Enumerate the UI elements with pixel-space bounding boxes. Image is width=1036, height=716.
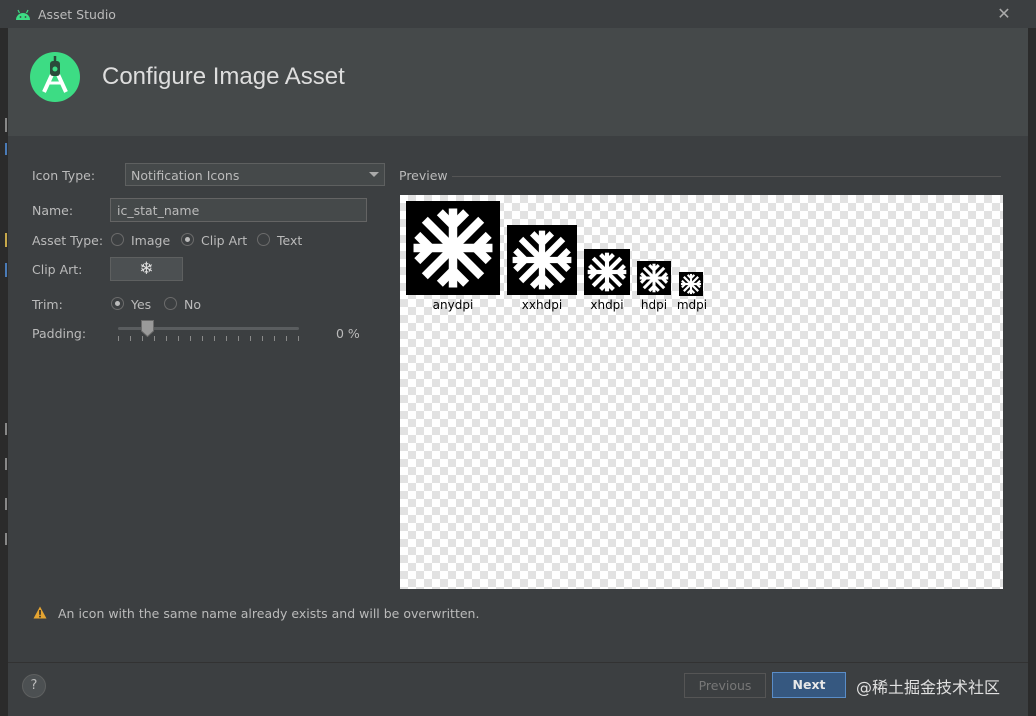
warning-icon bbox=[33, 606, 47, 619]
slider-tick bbox=[154, 336, 155, 341]
trim-label: Trim: bbox=[32, 297, 63, 312]
slider-tick bbox=[298, 336, 299, 341]
slider-tick bbox=[130, 336, 131, 341]
padding-label: Padding: bbox=[32, 326, 87, 341]
asset-type-image-radio[interactable] bbox=[111, 233, 124, 246]
previous-button[interactable]: Previous bbox=[684, 673, 766, 698]
asset-type-clipart-label[interactable]: Clip Art bbox=[201, 233, 247, 248]
ide-background-left bbox=[0, 28, 8, 716]
preview-label: Preview bbox=[399, 168, 448, 183]
slider-tick bbox=[286, 336, 287, 341]
slider-tick bbox=[178, 336, 179, 341]
trim-no-label[interactable]: No bbox=[184, 297, 201, 312]
name-label: Name: bbox=[32, 203, 74, 218]
slider-tick bbox=[250, 336, 251, 341]
padding-slider-thumb[interactable] bbox=[141, 320, 154, 337]
help-button[interactable]: ? bbox=[22, 674, 46, 698]
icon-type-value: Notification Icons bbox=[131, 168, 240, 183]
preview-icon-hdpi bbox=[637, 261, 671, 295]
chevron-down-icon bbox=[369, 172, 379, 177]
preview-icon-anydpi bbox=[406, 201, 500, 295]
padding-value: 0 % bbox=[336, 326, 360, 341]
slider-tick bbox=[166, 336, 167, 341]
warning-message: An icon with the same name already exist… bbox=[58, 606, 480, 621]
dialog-title: Configure Image Asset bbox=[102, 63, 345, 90]
trim-yes-radio[interactable] bbox=[111, 297, 124, 310]
preview-icon-xxhdpi bbox=[507, 225, 577, 295]
clip-art-label: Clip Art: bbox=[32, 262, 83, 277]
close-icon[interactable]: ✕ bbox=[994, 4, 1014, 24]
next-button[interactable]: Next bbox=[772, 672, 846, 698]
asset-type-clipart-radio[interactable] bbox=[181, 233, 194, 246]
title-bar bbox=[0, 0, 1036, 28]
slider-tick bbox=[226, 336, 227, 341]
slider-tick bbox=[202, 336, 203, 341]
icon-type-label: Icon Type: bbox=[32, 168, 96, 183]
dpi-label-xhdpi: xhdpi bbox=[590, 298, 624, 312]
asset-type-text-label[interactable]: Text bbox=[277, 233, 302, 248]
slider-tick bbox=[118, 336, 119, 341]
preview-divider bbox=[452, 176, 1001, 177]
clip-art-button[interactable]: ❄ bbox=[110, 257, 183, 281]
android-studio-logo-icon bbox=[30, 52, 80, 102]
preview-icon-mdpi bbox=[679, 272, 703, 296]
android-icon bbox=[16, 9, 30, 20]
asset-type-label: Asset Type: bbox=[32, 233, 104, 248]
trim-yes-label[interactable]: Yes bbox=[131, 297, 151, 312]
dpi-label-mdpi: mdpi bbox=[676, 298, 708, 312]
slider-tick bbox=[274, 336, 275, 341]
name-input[interactable] bbox=[110, 198, 367, 222]
slider-tick bbox=[262, 336, 263, 341]
asset-type-image-label[interactable]: Image bbox=[131, 233, 170, 248]
dpi-label-hdpi: hdpi bbox=[640, 298, 668, 312]
slider-tick bbox=[190, 336, 191, 341]
preview-icon-xhdpi bbox=[584, 249, 630, 295]
slider-tick bbox=[238, 336, 239, 341]
dpi-label-anydpi: anydpi bbox=[432, 298, 474, 312]
snowflake-icon: ❄ bbox=[139, 259, 154, 279]
slider-tick bbox=[214, 336, 215, 341]
dpi-label-xxhdpi: xxhdpi bbox=[521, 298, 563, 312]
ide-background-right bbox=[1028, 28, 1036, 716]
window-title: Asset Studio bbox=[38, 7, 116, 22]
footer-divider bbox=[8, 662, 1028, 663]
trim-no-radio[interactable] bbox=[164, 297, 177, 310]
asset-type-text-radio[interactable] bbox=[257, 233, 270, 246]
watermark-text: @稀土掘金技术社区 bbox=[856, 678, 1001, 697]
